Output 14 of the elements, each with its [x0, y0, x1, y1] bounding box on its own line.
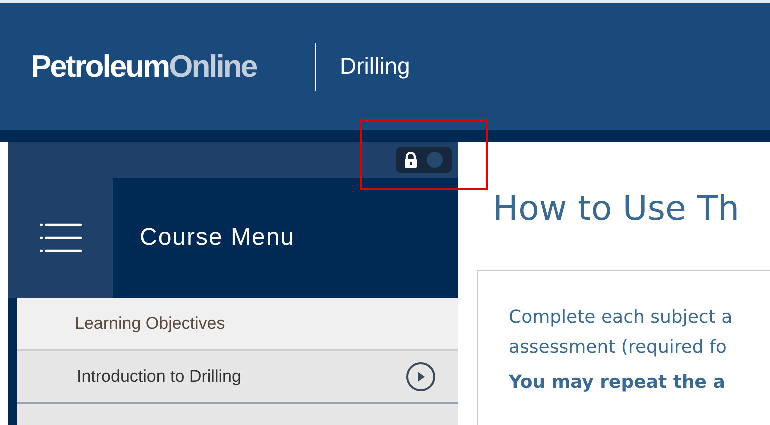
menu-item-label: Introduction to Drilling — [77, 366, 242, 388]
menu-item-label: Learning Objectives — [75, 312, 226, 335]
course-menu-title: Course Menu — [140, 223, 296, 253]
menu-icon — [40, 223, 82, 253]
lock-toggle[interactable] — [396, 147, 452, 173]
menu-item[interactable]: Learning Objectives — [17, 298, 458, 351]
toggle-knob — [427, 152, 443, 168]
instructions-text: Complete each subject a assessment (required fo — [509, 306, 734, 360]
play-icon[interactable] — [406, 362, 436, 392]
page-title: How to Use Th — [493, 192, 741, 226]
course-name: Drilling — [340, 52, 410, 82]
lock-icon — [404, 152, 418, 168]
repeat-note: You may repeat the a — [509, 371, 726, 395]
site-logo[interactable]: PetroleumOnline — [31, 48, 283, 84]
